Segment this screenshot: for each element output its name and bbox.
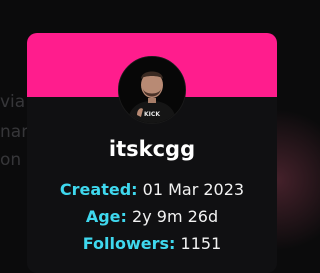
followers-row: Followers: 1151 xyxy=(27,234,277,253)
created-label: Created: xyxy=(59,180,138,199)
followers-value: 1151 xyxy=(180,234,222,253)
created-value: 01 Mar 2023 xyxy=(142,180,245,199)
followers-label: Followers: xyxy=(82,234,176,253)
profile-card: KICK itskcgg Created: 01 Mar 2023 Age: 2… xyxy=(27,33,277,273)
age-row: Age: 2y 9m 26d xyxy=(27,207,277,226)
avatar-shirt-text: KICK xyxy=(144,111,160,118)
age-label: Age: xyxy=(85,207,127,226)
username: itskcgg xyxy=(108,137,196,161)
avatar-image: KICK xyxy=(119,57,185,123)
avatar[interactable]: KICK xyxy=(118,56,186,124)
created-row: Created: 01 Mar 2023 xyxy=(27,180,277,199)
age-value: 2y 9m 26d xyxy=(132,207,219,226)
